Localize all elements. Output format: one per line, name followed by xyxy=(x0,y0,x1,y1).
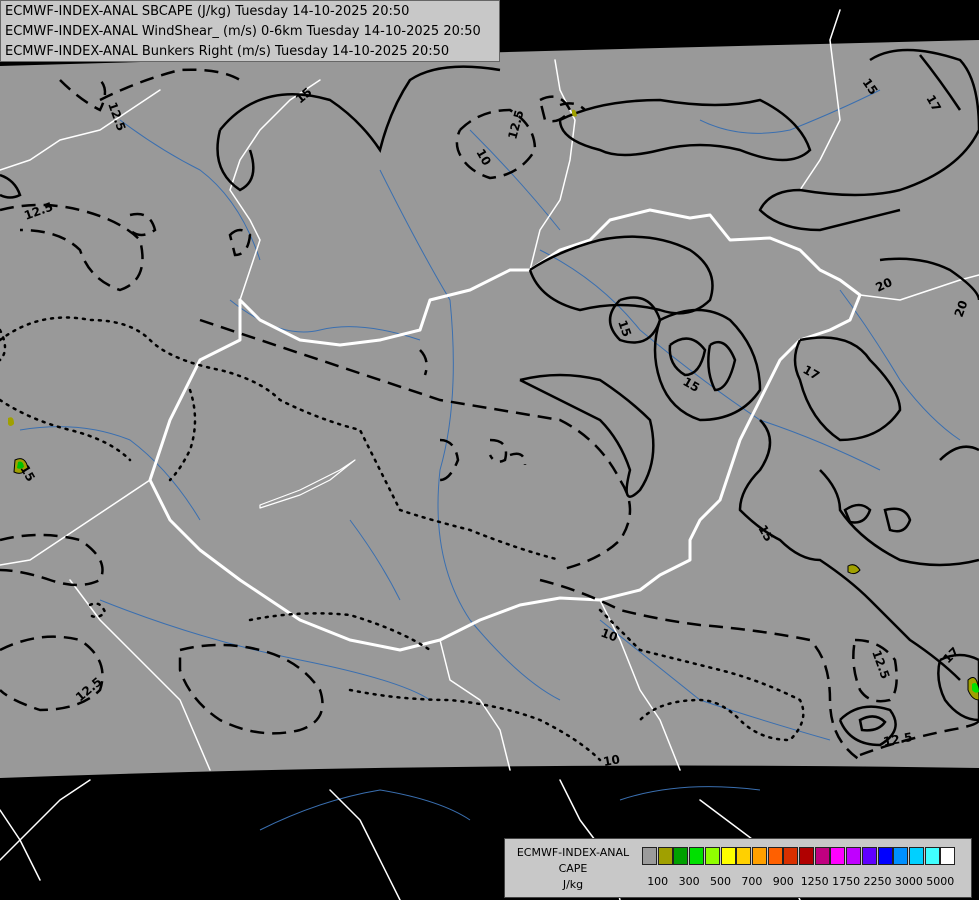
legend-tick-label: 2250 xyxy=(863,875,892,888)
legend-swatch xyxy=(877,847,893,865)
legend-swatch xyxy=(736,847,752,865)
contour-label: 10 xyxy=(602,752,621,769)
legend-swatch xyxy=(908,847,924,865)
legend-swatch xyxy=(830,847,846,865)
legend-tick-label: 100 xyxy=(647,875,669,888)
legend-swatch xyxy=(814,847,830,865)
legend-tick-label: 3000 xyxy=(894,875,923,888)
legend-tick-label: 1750 xyxy=(832,875,861,888)
map-canvas: 12.5 15 15 12.5 10 12.5 15 17 20 20 17 1… xyxy=(0,9,979,900)
legend-swatch xyxy=(689,847,705,865)
legend-swatch xyxy=(924,847,940,865)
legend-swatch xyxy=(751,847,767,865)
legend-tick-label: 1250 xyxy=(800,875,829,888)
legend-swatch xyxy=(783,847,799,865)
cape-legend: ECMWF-INDEX-ANAL CAPE J/kg 100 300 500 700 9… xyxy=(504,838,972,898)
legend-tick-label: 300 xyxy=(678,875,700,888)
legend-tick-label: 500 xyxy=(710,875,731,888)
legend-swatch xyxy=(673,847,689,865)
legend-model: ECMWF-INDEX-ANAL xyxy=(516,846,630,859)
title-bunkers-right: ECMWF-INDEX-ANAL Bunkers Right (m/s) Tue… xyxy=(5,44,450,59)
legend-tick-label: 700 xyxy=(741,875,763,888)
legend-unit: J/kg xyxy=(562,878,584,891)
legend-swatch xyxy=(799,847,814,865)
legend-swatch xyxy=(704,847,720,865)
legend-swatch xyxy=(861,847,877,865)
legend-tick-label: 900 xyxy=(772,875,794,888)
title-windshear: ECMWF-INDEX-ANAL WindShear_ (m/s) 0-6km … xyxy=(5,24,481,39)
legend-swatch xyxy=(846,847,862,865)
title-box: ECMWF-INDEX-ANAL SBCAPE (J/kg) Tuesday 1… xyxy=(0,0,500,62)
legend-swatch xyxy=(657,847,673,865)
legend-tick-label: 5000 xyxy=(926,875,955,888)
legend-swatch xyxy=(893,847,909,865)
legend-swatch xyxy=(642,847,657,865)
title-sbcape: ECMWF-INDEX-ANAL SBCAPE (J/kg) Tuesday 1… xyxy=(5,4,410,19)
legend-parameter: CAPE xyxy=(558,862,588,875)
legend-swatch xyxy=(720,847,736,865)
legend-swatch xyxy=(767,847,783,865)
legend-swatch xyxy=(940,847,956,865)
